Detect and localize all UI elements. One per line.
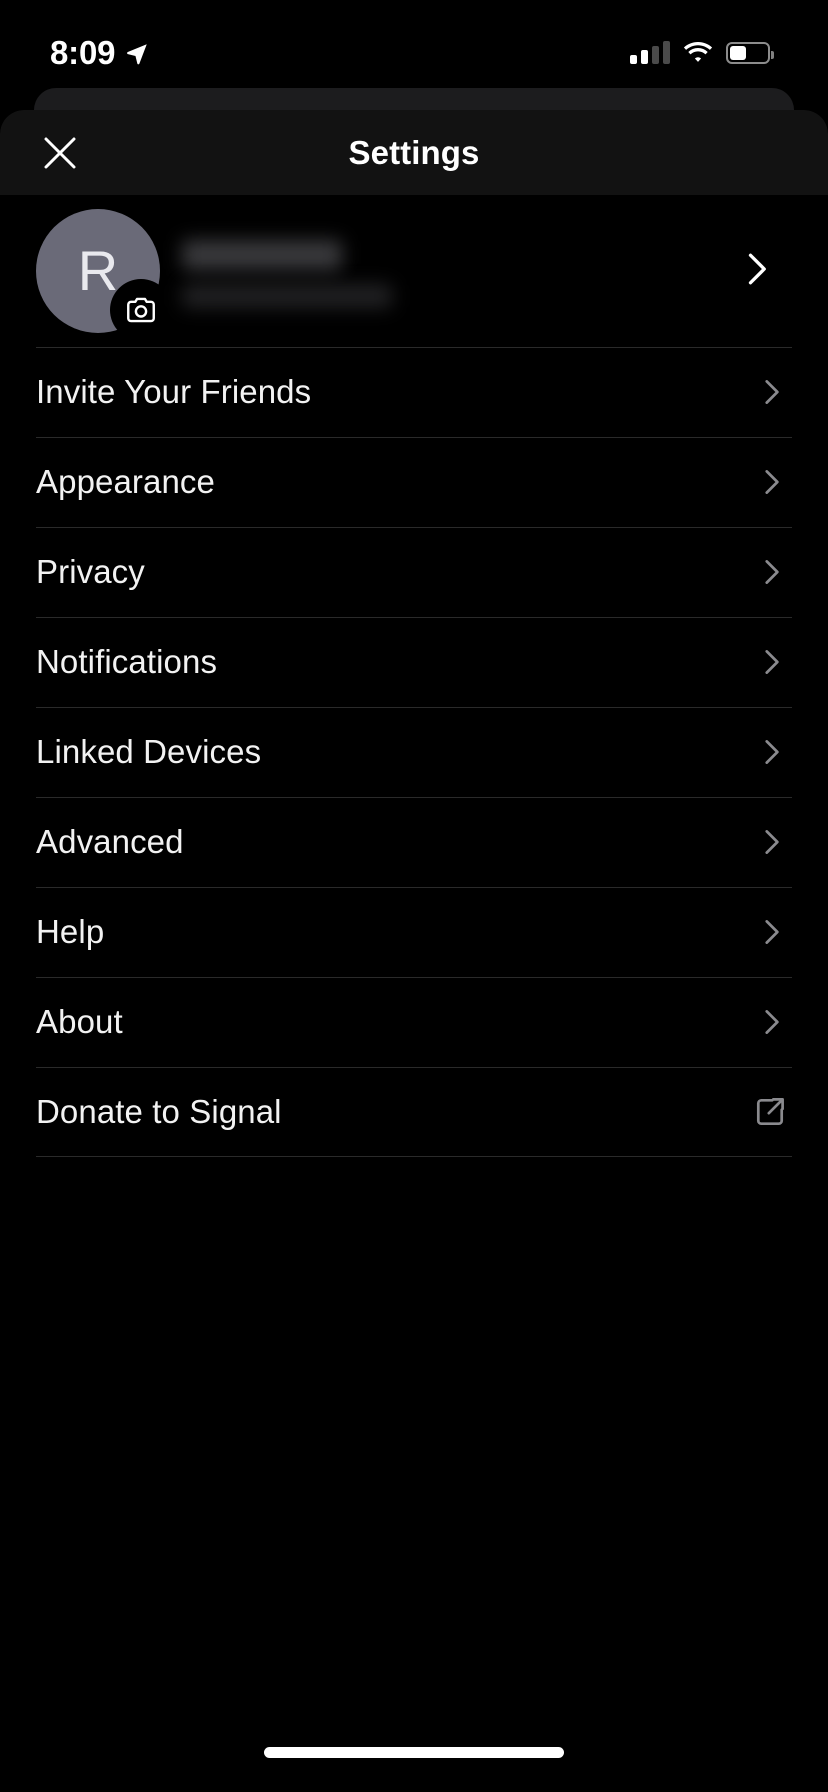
status-bar-right: [630, 41, 774, 64]
settings-row-advanced[interactable]: Advanced: [36, 797, 792, 887]
profile-row[interactable]: R: [0, 195, 828, 347]
chevron-right-icon: [754, 555, 792, 589]
settings-sheet: Settings R Invite Your Friends Appearanc…: [0, 110, 828, 1792]
avatar-wrapper: R: [36, 209, 172, 341]
settings-row-about[interactable]: About: [36, 977, 792, 1067]
profile-phone-redacted: [182, 284, 392, 308]
settings-list: Invite Your Friends Appearance Privacy N…: [0, 347, 828, 1157]
settings-row-appearance[interactable]: Appearance: [36, 437, 792, 527]
location-arrow-icon: [127, 44, 147, 65]
chevron-right-icon: [754, 915, 792, 949]
profile-name-redacted: [182, 240, 342, 270]
settings-row-help[interactable]: Help: [36, 887, 792, 977]
row-label: About: [36, 1003, 123, 1040]
cellular-signal-icon: [630, 41, 670, 64]
row-label: Privacy: [36, 553, 145, 590]
status-bar: 8:09: [0, 0, 828, 92]
profile-text: [160, 234, 734, 308]
wifi-icon: [683, 42, 713, 62]
page-title: Settings: [348, 133, 480, 171]
settings-row-invite-your-friends[interactable]: Invite Your Friends: [36, 347, 792, 437]
close-button[interactable]: [32, 125, 88, 181]
settings-row-donate-to-signal[interactable]: Donate to Signal: [36, 1067, 792, 1157]
camera-badge[interactable]: [110, 279, 172, 341]
row-label: Invite Your Friends: [36, 373, 312, 410]
row-label: Help: [36, 913, 105, 950]
chevron-right-icon: [754, 735, 792, 769]
settings-navbar: Settings: [0, 110, 828, 195]
chevron-right-icon: [754, 375, 792, 409]
chevron-right-icon: [754, 1005, 792, 1039]
battery-icon: [726, 42, 774, 64]
row-label: Linked Devices: [36, 733, 262, 770]
settings-row-linked-devices[interactable]: Linked Devices: [36, 707, 792, 797]
chevron-right-icon: [754, 645, 792, 679]
settings-row-privacy[interactable]: Privacy: [36, 527, 792, 617]
chevron-right-icon: [754, 465, 792, 499]
settings-row-notifications[interactable]: Notifications: [36, 617, 792, 707]
camera-icon: [127, 297, 155, 323]
phone-screen: 8:09 Settings R Invite Your Friends Appe…: [0, 0, 828, 1792]
row-label: Appearance: [36, 463, 215, 500]
status-bar-left: 8:09: [50, 34, 150, 72]
clock-label: 8:09: [50, 34, 116, 71]
external-link-icon: [752, 1094, 792, 1130]
row-label: Notifications: [36, 643, 218, 680]
profile-chevron-icon: [734, 247, 778, 296]
home-indicator[interactable]: [264, 1747, 564, 1758]
row-label: Donate to Signal: [36, 1093, 282, 1130]
row-label: Advanced: [36, 823, 184, 860]
chevron-right-icon: [754, 825, 792, 859]
close-icon: [44, 137, 76, 168]
